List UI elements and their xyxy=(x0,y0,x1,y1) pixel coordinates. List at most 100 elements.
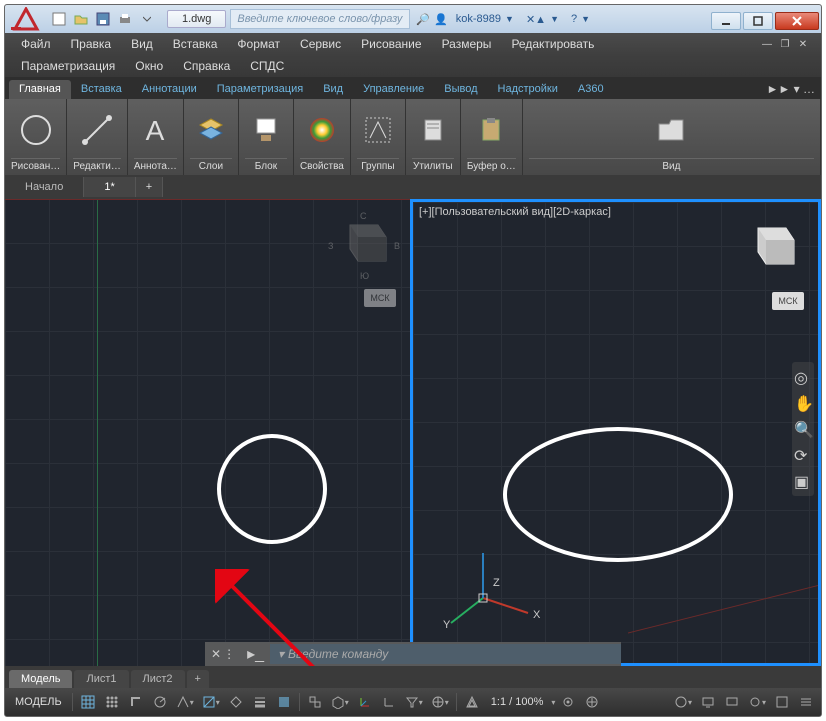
drawing-circle-left[interactable] xyxy=(217,434,327,544)
panel-label-draw[interactable]: Рисован… xyxy=(11,158,60,175)
status-polar-icon[interactable] xyxy=(149,691,171,713)
dropdown-icon[interactable]: ▼ xyxy=(581,14,590,24)
clipboard-icon[interactable] xyxy=(470,109,512,151)
search-input[interactable]: Введите ключевое слово/фразу xyxy=(230,9,410,29)
ribbon-tab-manage[interactable]: Управление xyxy=(353,80,434,99)
ribbon-tab-a360[interactable]: A360 xyxy=(568,80,614,99)
status-hwaccel-icon[interactable] xyxy=(721,691,743,713)
status-ortho-icon[interactable] xyxy=(125,691,147,713)
circle-icon[interactable] xyxy=(15,109,57,151)
binoculars-icon[interactable]: 🔎 xyxy=(416,13,430,26)
app-logo[interactable] xyxy=(5,5,47,33)
panel-label-block[interactable]: Блок xyxy=(245,158,287,175)
view-icon[interactable] xyxy=(650,109,692,151)
layout-tab-model[interactable]: Модель xyxy=(9,670,72,688)
ribbon-tab-parametric[interactable]: Параметризация xyxy=(207,80,313,99)
properties-icon[interactable] xyxy=(301,109,343,151)
mdi-minimize-icon[interactable]: ― xyxy=(759,37,775,51)
status-monitor-icon[interactable] xyxy=(697,691,719,713)
qat-more-icon[interactable] xyxy=(137,9,157,29)
dropdown-icon[interactable]: ▼ xyxy=(505,14,514,24)
status-isolate-icon[interactable]: ▾ xyxy=(745,691,769,713)
minimize-button[interactable] xyxy=(711,12,741,30)
cmdline-prompt-icon[interactable]: ▸_ xyxy=(241,644,270,664)
status-autosnap-icon[interactable] xyxy=(225,691,247,713)
panel-label-groups[interactable]: Группы xyxy=(357,158,399,175)
status-customize-icon[interactable] xyxy=(795,691,817,713)
menu-draw[interactable]: Рисование xyxy=(351,35,431,53)
command-input[interactable]: ▾Введите команду xyxy=(270,644,621,664)
modify-icon[interactable] xyxy=(76,109,118,151)
close-button[interactable] xyxy=(775,12,819,30)
status-zoom-label[interactable]: 1:1 / 100% xyxy=(485,691,550,713)
status-lineweight-icon[interactable] xyxy=(249,691,271,713)
qat-save-icon[interactable] xyxy=(93,9,113,29)
nav-zoom-icon[interactable]: 🔍 xyxy=(794,420,812,438)
panel-label-clipboard[interactable]: Буфер о… xyxy=(467,158,516,175)
status-cycle-icon[interactable] xyxy=(304,691,326,713)
menu-insert[interactable]: Вставка xyxy=(163,35,228,53)
menu-file[interactable]: Файл xyxy=(11,35,61,53)
qat-new-icon[interactable] xyxy=(49,9,69,29)
file-tab-add[interactable]: + xyxy=(136,177,163,197)
ribbon-tab-addins[interactable]: Надстройки xyxy=(488,80,568,99)
help-icon[interactable]: ? xyxy=(571,13,577,25)
wcs-badge-left[interactable]: МСК xyxy=(364,289,396,307)
panel-label-utilities[interactable]: Утилиты xyxy=(412,158,454,175)
cmdline-handle-icon[interactable]: ⋮ xyxy=(223,647,235,661)
status-gear-icon[interactable] xyxy=(557,691,579,713)
file-tab-start[interactable]: Начало xyxy=(5,177,84,197)
status-snap-icon[interactable] xyxy=(101,691,123,713)
layout-tab-sheet1[interactable]: Лист1 xyxy=(74,670,128,688)
menu-parametric[interactable]: Параметризация xyxy=(11,57,125,75)
signin-icon[interactable]: 👤 xyxy=(434,13,448,26)
status-3dosnap-icon[interactable]: ▾ xyxy=(328,691,352,713)
qat-print-icon[interactable] xyxy=(115,9,135,29)
file-tab-1[interactable]: 1* xyxy=(84,177,135,197)
status-annoscale-icon[interactable] xyxy=(461,691,483,713)
menu-window[interactable]: Окно xyxy=(125,57,173,75)
status-model-button[interactable]: МОДЕЛЬ xyxy=(9,691,68,713)
dropdown-icon[interactable]: ▼ xyxy=(550,14,559,24)
menu-format[interactable]: Формат xyxy=(227,35,290,53)
ribbon-collapse-icon[interactable]: ►► ▾ … xyxy=(761,79,821,99)
layout-tab-sheet2[interactable]: Лист2 xyxy=(131,670,185,688)
panel-label-annotation[interactable]: Аннота… xyxy=(134,158,177,175)
cmdline-close-icon[interactable]: ✕ xyxy=(211,647,221,661)
viewcube-left[interactable]: С З В Ю xyxy=(332,213,396,277)
ribbon-tab-insert[interactable]: Вставка xyxy=(71,80,132,99)
panel-label-modify[interactable]: Редакти… xyxy=(73,158,121,175)
mdi-close-icon[interactable]: ✕ xyxy=(795,37,811,51)
panel-label-properties[interactable]: Свойства xyxy=(300,158,344,175)
qat-open-icon[interactable] xyxy=(71,9,91,29)
block-icon[interactable] xyxy=(245,109,287,151)
ribbon-tab-annotate[interactable]: Аннотации xyxy=(132,80,207,99)
menu-modify[interactable]: Редактировать xyxy=(501,35,604,53)
text-icon[interactable]: A xyxy=(134,109,176,151)
menu-view[interactable]: Вид xyxy=(121,35,163,53)
status-workspace-icon[interactable]: ▾ xyxy=(671,691,695,713)
nav-pan-icon[interactable]: ✋ xyxy=(794,394,812,412)
viewport-right[interactable]: [+][Пользовательский вид][2D-каркас] МСК… xyxy=(410,199,821,666)
panel-label-view[interactable]: Вид xyxy=(529,158,814,175)
navigation-bar[interactable]: ◎ ✋ 🔍 ⟳ ▣ xyxy=(792,362,814,496)
layers-icon[interactable] xyxy=(190,109,232,151)
status-iso-icon[interactable]: ▾ xyxy=(173,691,197,713)
status-osnap-icon[interactable]: ▾ xyxy=(199,691,223,713)
status-transparency-icon[interactable] xyxy=(273,691,295,713)
nav-wheel-icon[interactable]: ◎ xyxy=(794,368,812,386)
user-label[interactable]: kok-8989 xyxy=(456,13,501,25)
status-gizmo-icon[interactable]: ▾ xyxy=(428,691,452,713)
ribbon-tab-output[interactable]: Вывод xyxy=(434,80,487,99)
wcs-badge-right[interactable]: МСК xyxy=(772,292,804,310)
nav-orbit-icon[interactable]: ⟳ xyxy=(794,446,812,464)
utilities-icon[interactable] xyxy=(412,109,454,151)
panel-label-layers[interactable]: Слои xyxy=(190,158,232,175)
mdi-restore-icon[interactable]: ❐ xyxy=(777,37,793,51)
nav-showmotion-icon[interactable]: ▣ xyxy=(794,472,812,490)
menu-edit[interactable]: Правка xyxy=(61,35,122,53)
menu-dimensions[interactable]: Размеры xyxy=(432,35,502,53)
groups-icon[interactable] xyxy=(357,109,399,151)
layout-tab-add[interactable]: + xyxy=(187,670,209,688)
menu-tools[interactable]: Сервис xyxy=(290,35,351,53)
